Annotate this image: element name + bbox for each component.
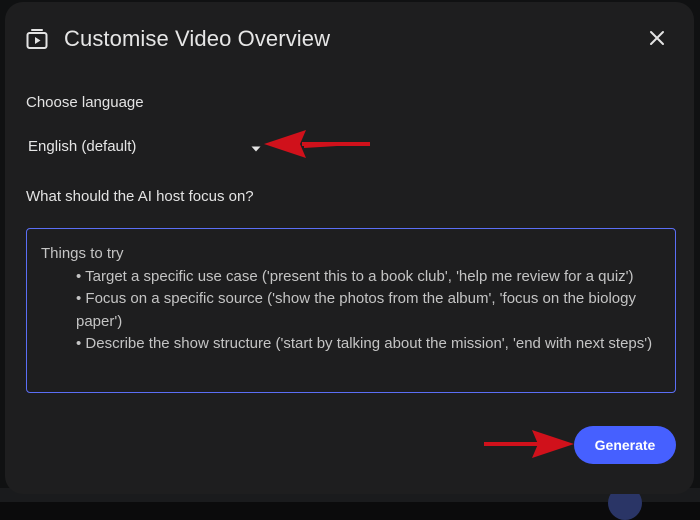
focus-label: What should the AI host focus on? [26,188,254,205]
focus-textarea[interactable]: Things to try • Target a specific use ca… [26,228,676,393]
customise-video-dialog: Customise Video Overview Choose language… [5,2,694,494]
placeholder-item-structure: • Describe the show structure ('start by… [76,335,653,352]
video-overview-icon [25,27,49,51]
generate-button[interactable]: Generate [574,426,676,464]
placeholder-heading: Things to try [41,245,124,262]
language-selected-value: English (default) [28,137,137,155]
close-button[interactable] [643,26,671,54]
placeholder-item-source: • Focus on a specific source ('show the … [76,290,636,330]
placeholder-item-use-case: • Target a specific use case ('present t… [76,267,634,285]
close-icon [649,30,665,51]
dialog-header: Customise Video Overview [5,2,694,78]
dialog-title: Customise Video Overview [64,26,331,51]
language-label: Choose language [26,94,144,111]
dropdown-arrow-icon [251,141,261,152]
language-select[interactable]: English (default) [26,130,261,162]
